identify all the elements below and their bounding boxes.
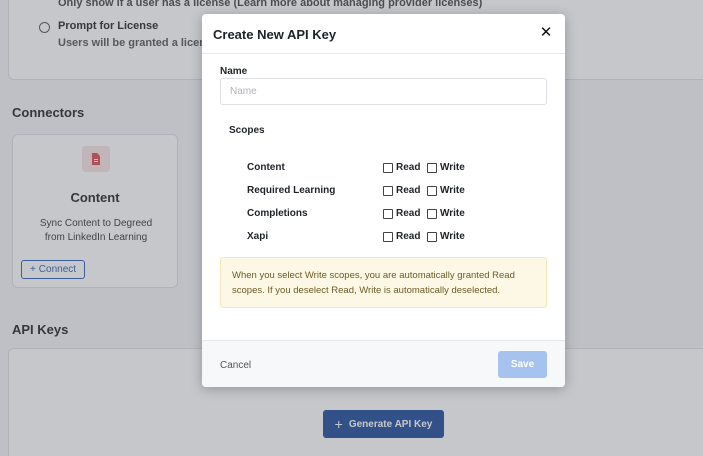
read-label: Read: [396, 162, 421, 173]
read-label: Read: [396, 185, 421, 196]
write-checkbox-group[interactable]: Write: [427, 162, 465, 173]
read-checkbox[interactable]: [383, 185, 393, 196]
close-icon[interactable]: ✕: [539, 25, 553, 40]
scope-name: Completions: [247, 208, 308, 219]
scopes-label: Scopes: [229, 125, 265, 136]
read-checkbox-group[interactable]: Read: [383, 231, 420, 242]
read-label: Read: [396, 208, 421, 219]
modal-footer: Cancel Save: [202, 340, 565, 387]
create-api-key-modal: Create New API Key ✕ Name Scopes Content…: [202, 14, 565, 387]
name-input[interactable]: [220, 78, 547, 105]
scope-row-required-learning: Required Learning Read Write: [247, 185, 547, 199]
modal-title: Create New API Key: [213, 27, 337, 42]
write-checkbox-group[interactable]: Write: [427, 231, 465, 242]
read-checkbox[interactable]: [383, 162, 393, 173]
scope-name: Required Learning: [247, 185, 336, 196]
read-checkbox-group[interactable]: Read: [383, 185, 420, 196]
scope-row-xapi: Xapi Read Write: [247, 231, 547, 245]
read-label: Read: [396, 231, 421, 242]
write-checkbox[interactable]: [427, 208, 437, 219]
scope-row-completions: Completions Read Write: [247, 208, 547, 222]
write-label: Write: [440, 162, 465, 173]
read-checkbox[interactable]: [383, 208, 393, 219]
write-checkbox[interactable]: [427, 162, 437, 173]
write-checkbox-group[interactable]: Write: [427, 185, 465, 196]
save-button[interactable]: Save: [498, 351, 547, 378]
read-checkbox-group[interactable]: Read: [383, 208, 420, 219]
scope-name: Content: [247, 162, 285, 173]
read-checkbox-group[interactable]: Read: [383, 162, 420, 173]
write-checkbox-group[interactable]: Write: [427, 208, 465, 219]
write-label: Write: [440, 231, 465, 242]
cancel-button[interactable]: Cancel: [220, 360, 251, 371]
scope-row-content: Content Read Write: [247, 162, 547, 176]
name-label: Name: [220, 66, 248, 77]
modal-header: Create New API Key ✕: [202, 14, 565, 54]
write-checkbox[interactable]: [427, 185, 437, 196]
write-label: Write: [440, 208, 465, 219]
read-checkbox[interactable]: [383, 231, 393, 242]
scope-name: Xapi: [247, 231, 269, 242]
write-label: Write: [440, 185, 465, 196]
scopes-info-alert: When you select Write scopes, you are au…: [220, 257, 547, 308]
write-checkbox[interactable]: [427, 231, 437, 242]
